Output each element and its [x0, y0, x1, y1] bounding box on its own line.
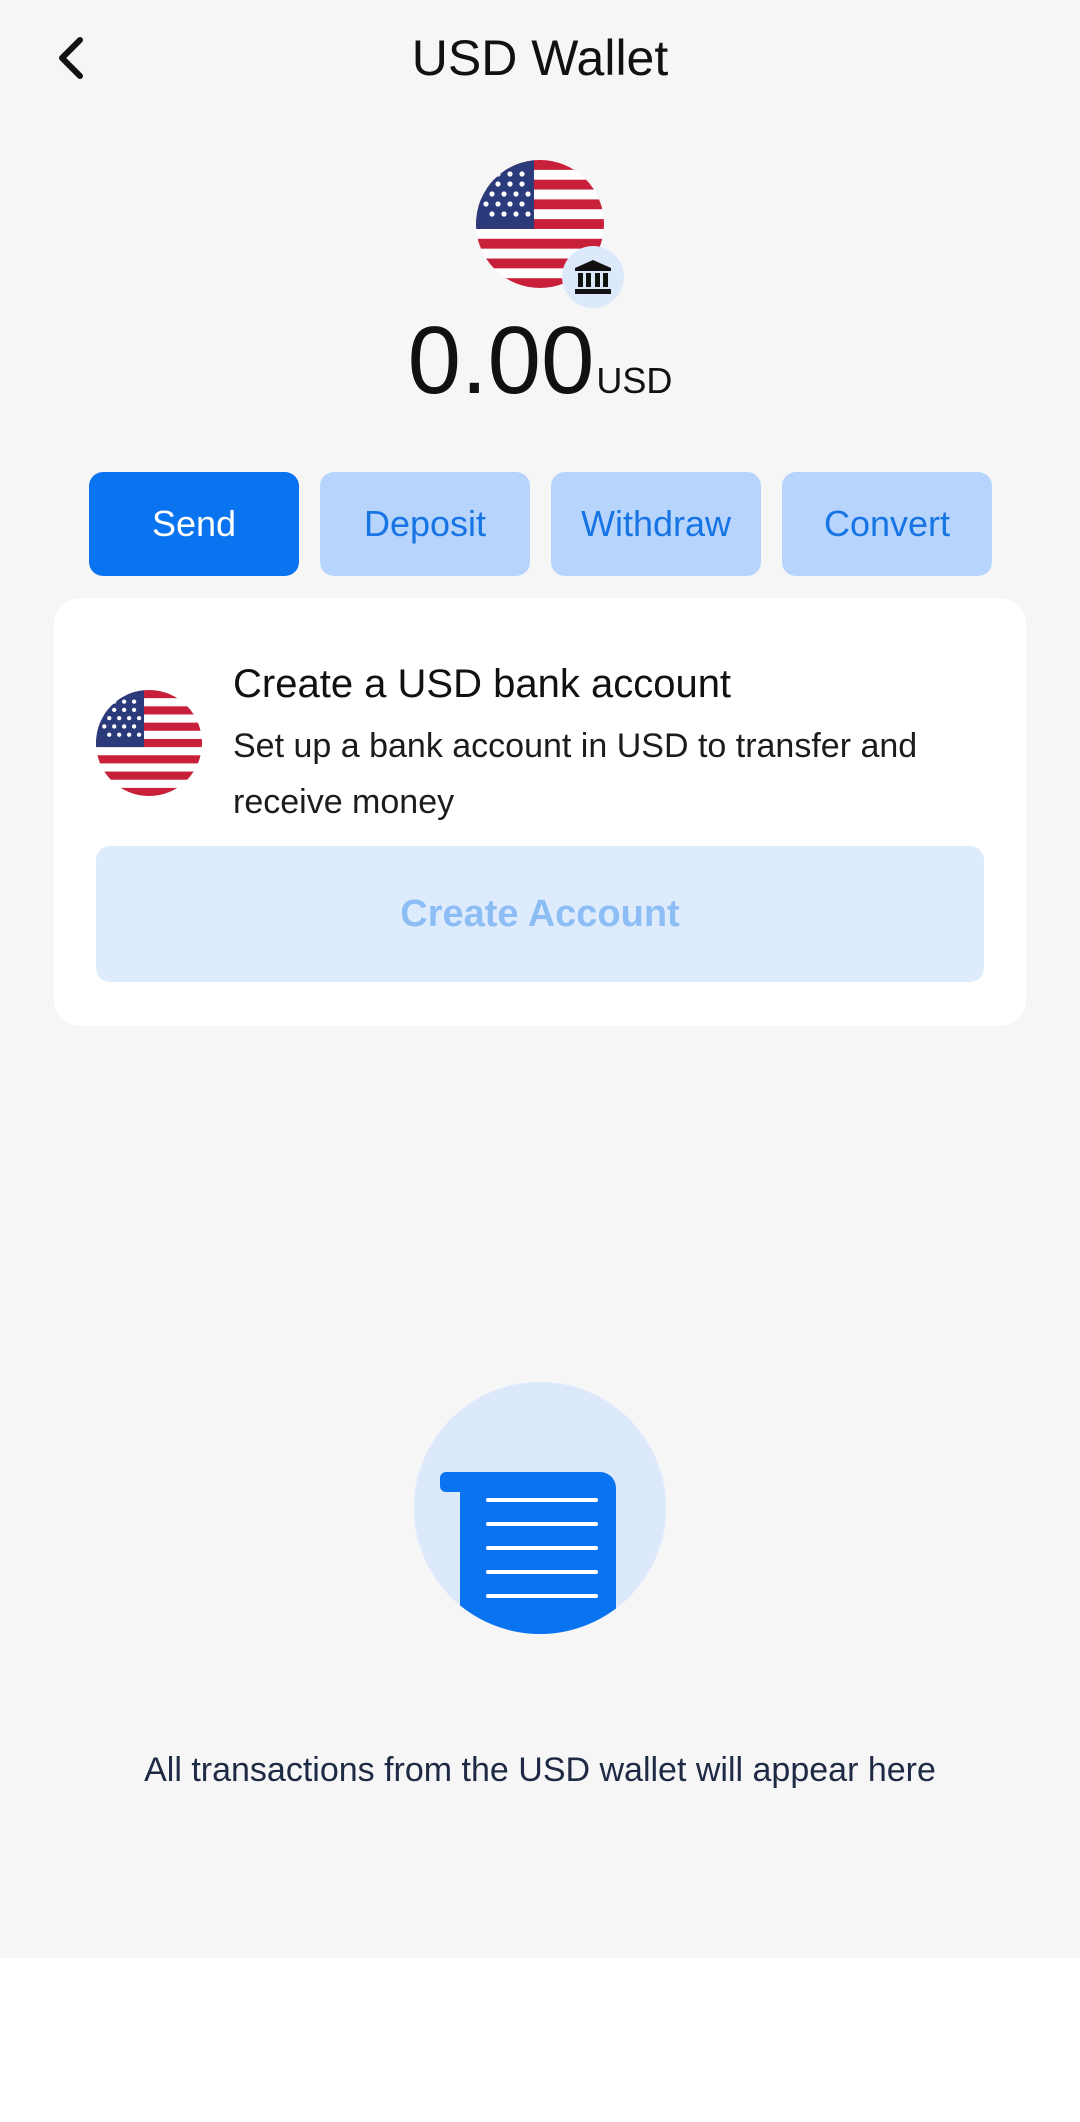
create-bank-account-card: Create a USD bank account Set up a bank …: [54, 598, 1026, 1026]
page-title: USD Wallet: [411, 30, 669, 86]
deposit-button[interactable]: Deposit: [320, 472, 530, 576]
balance-amount: 0.00: [407, 307, 595, 414]
send-button[interactable]: Send: [89, 472, 299, 576]
header: USD Wallet: [0, 0, 1080, 118]
balance-currency: USD: [596, 360, 673, 401]
wallet-balance: 0.00USD: [0, 306, 1080, 416]
bank-badge: [562, 246, 624, 308]
wallet-screen: USD Wallet 0.00USD Send Deposit Withdraw…: [0, 0, 1080, 1958]
empty-transactions-illustration: [414, 1382, 666, 1634]
bank-icon: [575, 260, 611, 294]
empty-transactions-message: All transactions from the USD wallet wil…: [144, 1751, 936, 1789]
convert-button[interactable]: Convert: [782, 472, 992, 576]
wallet-actions: Send Deposit Withdraw Convert: [89, 472, 992, 576]
us-flag-icon: [96, 690, 202, 796]
card-title: Create a USD bank account: [233, 662, 732, 706]
withdraw-button[interactable]: Withdraw: [551, 472, 761, 576]
create-account-button[interactable]: Create Account: [96, 846, 984, 982]
receipt-icon: [440, 1472, 616, 1634]
card-description: Set up a bank account in USD to transfer…: [233, 727, 918, 821]
